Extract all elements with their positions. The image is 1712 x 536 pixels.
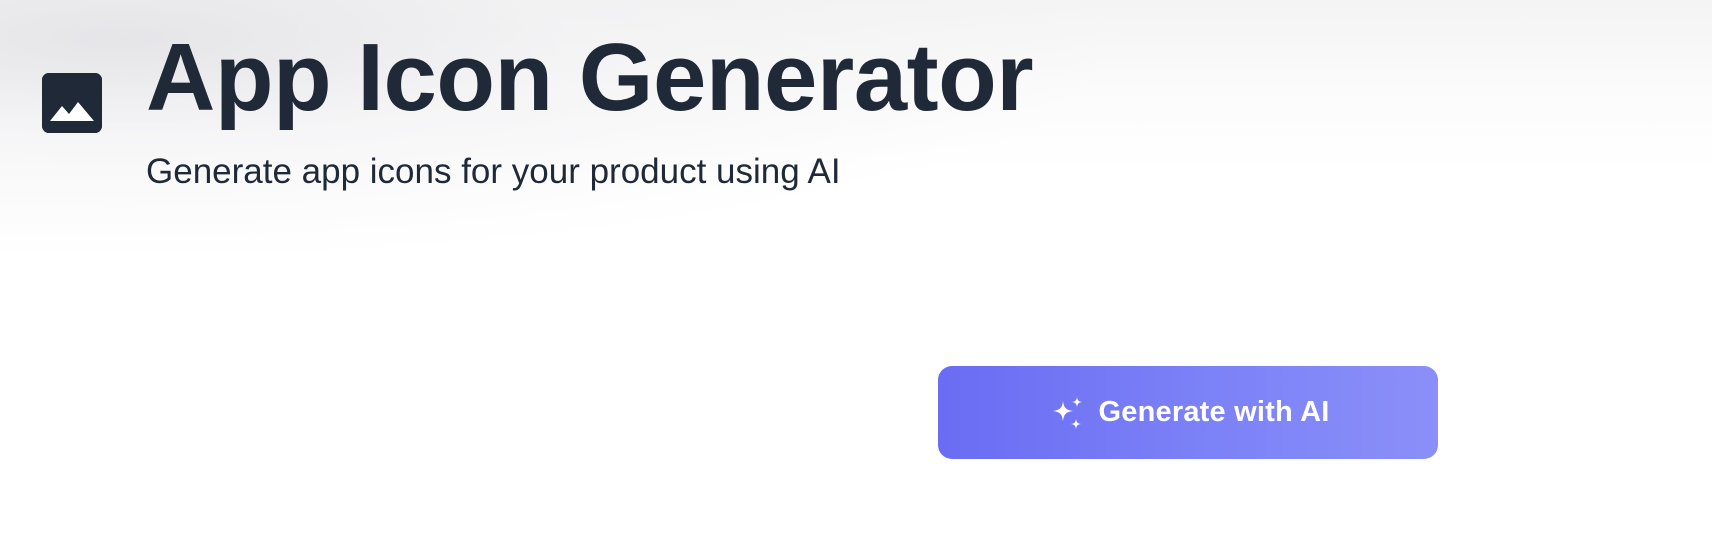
generate-button-label: Generate with AI — [1098, 396, 1330, 428]
generate-with-ai-button[interactable]: Generate with AI — [938, 366, 1438, 459]
sparkles-icon — [1047, 393, 1087, 433]
generate-button-content: Generate with AI — [1047, 393, 1330, 433]
image-icon — [42, 73, 102, 133]
page-header: App Icon Generator Generate app icons fo… — [42, 24, 1034, 192]
page-title: App Icon Generator — [146, 24, 1034, 131]
page-subtitle: Generate app icons for your product usin… — [146, 152, 841, 191]
header-titles: App Icon Generator Generate app icons fo… — [146, 24, 1034, 192]
